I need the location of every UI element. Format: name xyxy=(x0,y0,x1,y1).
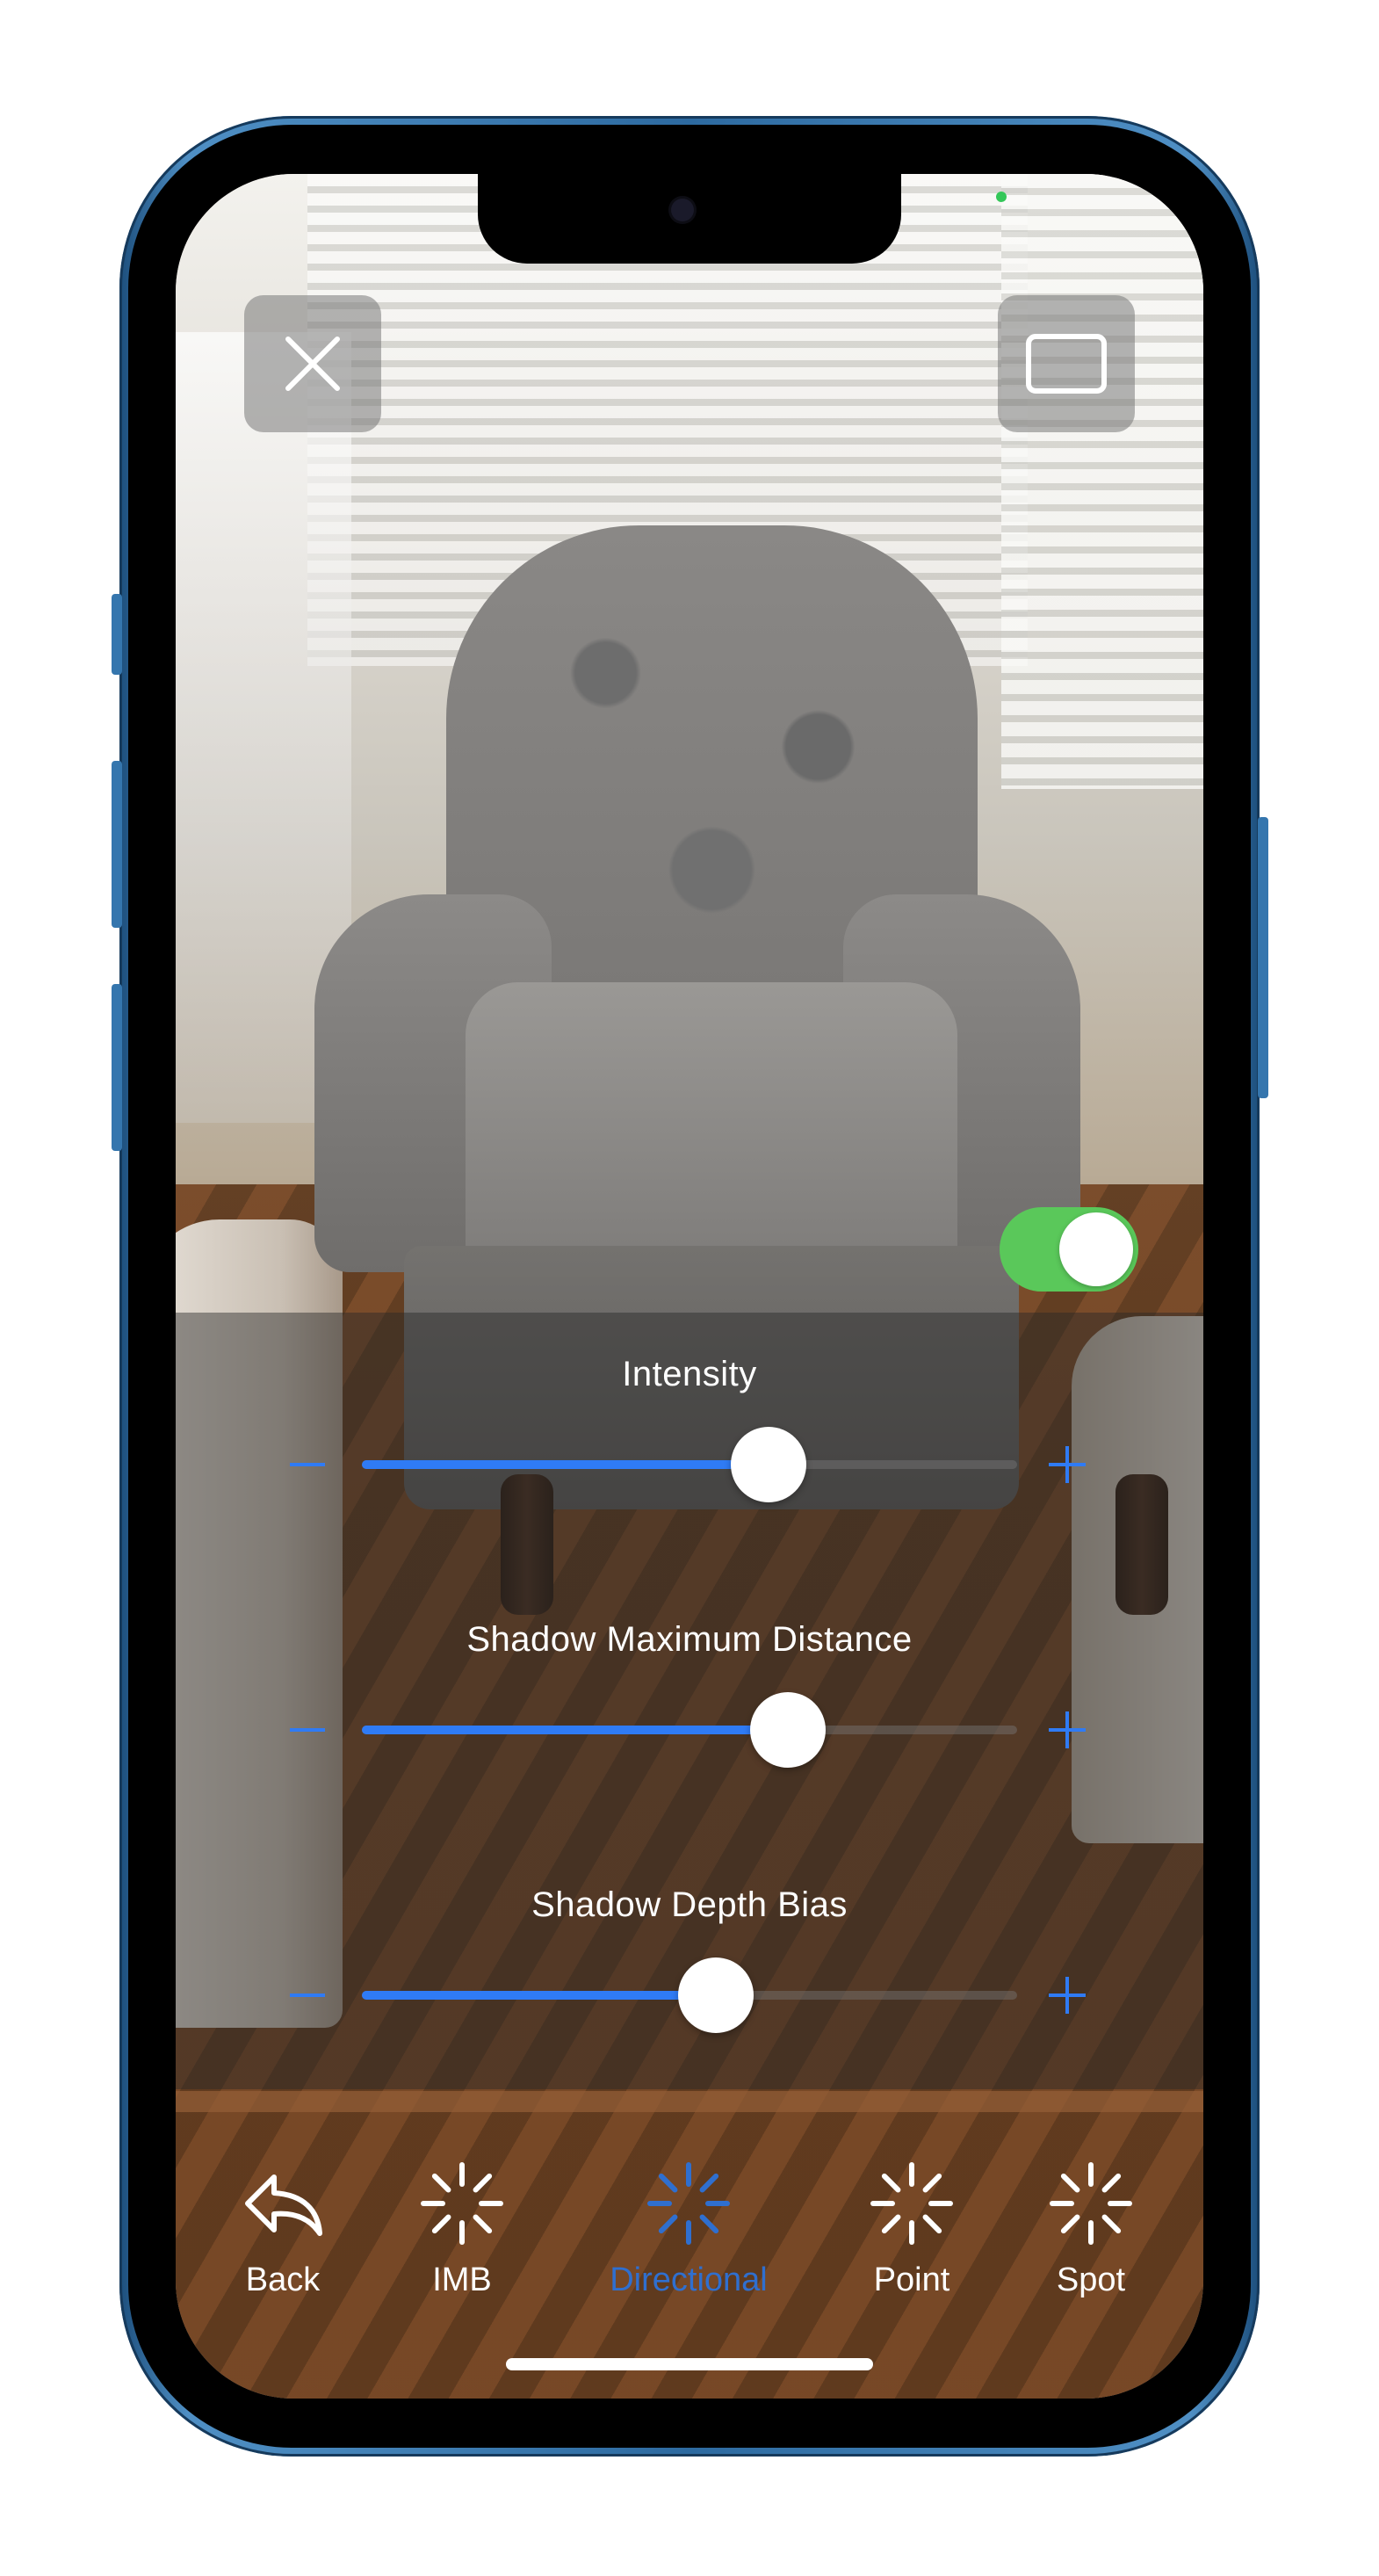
slider-fill xyxy=(362,1991,716,2000)
camera-in-use-indicator xyxy=(996,192,1007,202)
tab-label: Point xyxy=(873,2261,950,2298)
sparkle-ray xyxy=(1060,2214,1080,2234)
rectangle-icon xyxy=(1026,334,1107,394)
slider-fill xyxy=(362,1726,788,1734)
sparkle-ray xyxy=(699,2173,719,2193)
tab-imb[interactable]: IMB xyxy=(374,2160,550,2299)
tab-label: IMB xyxy=(432,2261,492,2298)
sparkle-ray xyxy=(1101,2173,1122,2193)
power-button xyxy=(1258,817,1268,1098)
tab-label: Directional xyxy=(610,2261,768,2298)
shadow-depth-bias-slider[interactable] xyxy=(362,1957,1017,2033)
front-camera xyxy=(671,199,694,221)
back-arrow-icon xyxy=(245,2174,322,2236)
intensity-slider-row xyxy=(176,1425,1203,1504)
slider-thumb[interactable] xyxy=(730,1427,806,1502)
shadow-max-distance-label: Shadow Maximum Distance xyxy=(466,1620,913,1659)
minus-icon[interactable] xyxy=(290,1994,325,1997)
sparkle-ray xyxy=(1101,2214,1122,2234)
plus-icon[interactable] xyxy=(1049,1446,1086,1483)
close-button[interactable] xyxy=(244,295,381,432)
tab-point[interactable]: Point xyxy=(824,2160,1000,2299)
sparkle-ray xyxy=(922,2173,942,2193)
volume-up-button xyxy=(112,761,122,928)
slider-fill xyxy=(362,1460,769,1469)
tab-spot[interactable]: Spot xyxy=(1003,2160,1179,2299)
shadow-depth-bias-slider-row xyxy=(176,1956,1203,2035)
sparkle-ray xyxy=(658,2214,678,2234)
toggle-knob xyxy=(1059,1212,1133,1286)
tab-directional[interactable]: Directional xyxy=(601,2160,776,2299)
light-type-tabbar: Back IMB Directional Point Spot xyxy=(176,2160,1203,2335)
slider-thumb[interactable] xyxy=(749,1692,826,1768)
sparkle-ray xyxy=(922,2214,942,2234)
close-icon xyxy=(285,336,340,391)
sparkle-icon xyxy=(1050,2162,1132,2245)
panel-divider xyxy=(176,2091,1203,2112)
fullscreen-button[interactable] xyxy=(998,295,1135,432)
ar-screen: Intensity Shadow Maximum Distance Shadow… xyxy=(176,174,1203,2399)
volume-down-button xyxy=(112,984,122,1151)
shadow-max-distance-slider[interactable] xyxy=(362,1692,1017,1768)
home-indicator[interactable] xyxy=(506,2358,873,2370)
silent-switch xyxy=(112,594,122,675)
minus-icon[interactable] xyxy=(290,1463,325,1466)
sparkle-ray xyxy=(431,2214,451,2234)
sparkle-ray xyxy=(431,2173,451,2193)
minus-icon[interactable] xyxy=(290,1728,325,1732)
slider-thumb[interactable] xyxy=(677,1957,754,2033)
light-toggle[interactable] xyxy=(1000,1207,1138,1292)
sparkle-icon xyxy=(870,2162,953,2245)
notch xyxy=(478,174,901,264)
shadow-depth-bias-label: Shadow Depth Bias xyxy=(531,1885,848,1924)
sparkle-ray xyxy=(1060,2173,1080,2193)
sparkle-ray xyxy=(881,2173,901,2193)
tab-label: Spot xyxy=(1056,2261,1126,2298)
light-settings-panel: Intensity Shadow Maximum Distance Shadow… xyxy=(176,1313,1203,2089)
tab-label: Back xyxy=(245,2261,321,2298)
tab-back[interactable]: Back xyxy=(195,2160,371,2299)
intensity-slider[interactable] xyxy=(362,1427,1017,1502)
intensity-label: Intensity xyxy=(622,1355,757,1393)
sparkle-icon xyxy=(647,2162,730,2245)
sparkle-ray xyxy=(699,2214,719,2234)
sparkle-ray xyxy=(473,2214,493,2234)
sparkle-ray xyxy=(473,2173,493,2193)
sparkle-ray xyxy=(658,2173,678,2193)
shadow-max-distance-slider-row xyxy=(176,1690,1203,1769)
sparkle-icon xyxy=(421,2162,503,2245)
sparkle-ray xyxy=(881,2214,901,2234)
plus-icon[interactable] xyxy=(1049,1711,1086,1748)
plus-icon[interactable] xyxy=(1049,1977,1086,2014)
